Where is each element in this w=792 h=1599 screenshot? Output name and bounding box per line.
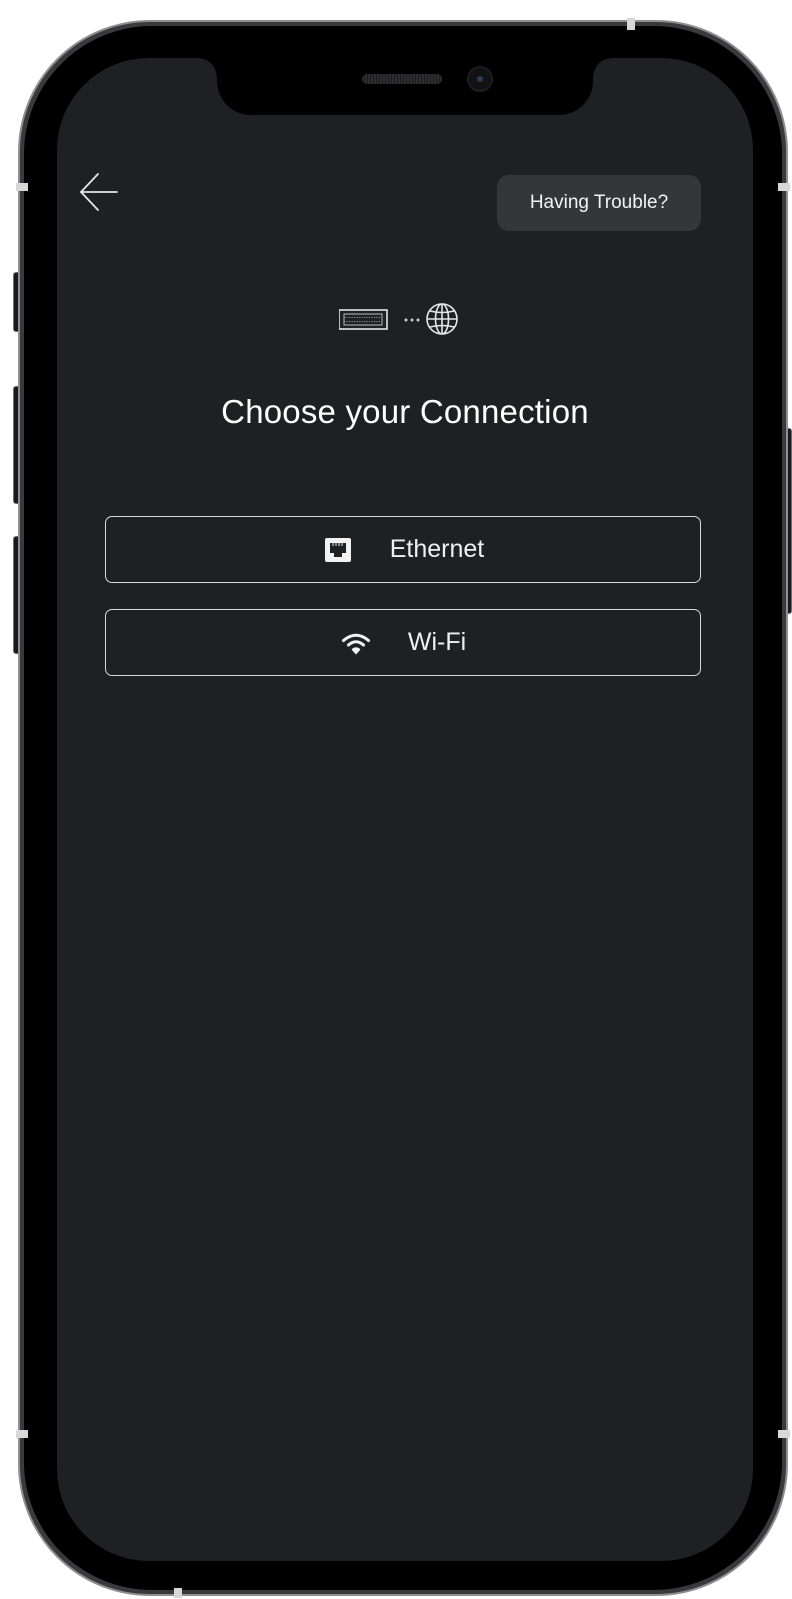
keyboard-icon [338, 309, 388, 330]
wifi-option-label: Wi-Fi [407, 628, 467, 656]
ethernet-port-icon [322, 534, 354, 566]
back-button[interactable] [77, 170, 121, 214]
antenna-band [778, 183, 790, 191]
globe-icon [426, 303, 458, 335]
wifi-option-button[interactable]: Wi-Fi [105, 609, 701, 676]
ethernet-option-button[interactable]: Ethernet [105, 516, 701, 583]
antenna-band [627, 18, 635, 30]
earpiece-speaker [362, 74, 442, 84]
page-title: Choose your Connection [221, 393, 589, 430]
having-trouble-button[interactable]: Having Trouble? [497, 175, 701, 231]
wifi-icon [340, 627, 372, 659]
ethernet-option-label: Ethernet [389, 535, 485, 563]
having-trouble-label: Having Trouble? [529, 192, 669, 213]
connection-illustration [338, 302, 479, 336]
notch [199, 58, 611, 115]
app-screen: Having Trouble? Choose your Connection E… [57, 58, 753, 1561]
antenna-band [16, 1430, 28, 1438]
arrow-left-icon [80, 173, 118, 211]
front-camera [467, 66, 493, 92]
antenna-band [16, 183, 28, 191]
antenna-band [174, 1588, 182, 1598]
antenna-band [778, 1430, 790, 1438]
device-mockup: Having Trouble? Choose your Connection E… [0, 0, 792, 1599]
dots-icon [404, 318, 420, 322]
